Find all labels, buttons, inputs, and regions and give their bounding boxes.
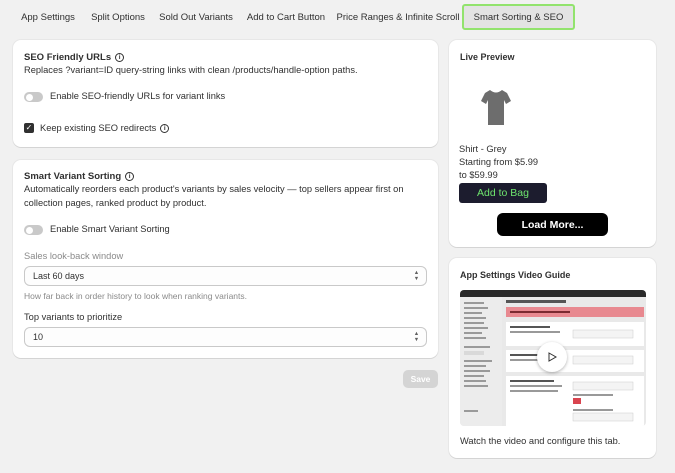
tab-smart-sorting-seo[interactable]: Smart Sorting & SEO [462,4,575,30]
tab-add-to-cart-button[interactable]: Add to Cart Button [244,6,328,28]
live-preview-title: Live Preview [460,52,515,62]
product-price-to: to $59.99 [459,170,498,180]
stepper-arrows-icon: ▲ ▼ [413,331,420,343]
tab-sold-out-variants[interactable]: Sold Out Variants [156,6,236,28]
seo-description: Replaces ?variant=ID query-string links … [24,65,358,75]
load-more-button[interactable]: Load More... [497,213,608,236]
smart-sorting-toggle-label: Enable Smart Variant Sorting [50,224,170,234]
select-arrows-icon: ▲ ▼ [413,270,420,282]
video-guide-caption: Watch the video and configure this tab. [460,436,621,446]
lookback-label: Sales look-back window [24,251,124,261]
product-image [481,90,511,125]
info-icon[interactable]: i [160,124,170,134]
product-name: Shirt - Grey [459,144,507,154]
sorting-title-row: Smart Variant Sorting i [24,171,135,182]
play-icon [548,352,557,362]
lookback-select[interactable]: Last 60 days ▲ ▼ [24,266,427,286]
info-icon[interactable]: i [115,52,125,62]
top-variants-input[interactable]: 10 ▲ ▼ [24,327,427,347]
lookback-value: Last 60 days [33,271,85,281]
video-guide-title: App Settings Video Guide [460,270,571,280]
seo-urls-toggle[interactable] [24,92,43,102]
settings-tabs: App Settings Split Options Sold Out Vari… [0,0,675,36]
keep-redirects-checkbox[interactable]: ✓ [24,123,34,133]
smart-sorting-toggle[interactable] [24,225,43,235]
lookback-help: How far back in order history to look wh… [24,291,247,301]
keep-redirects-row: Keep existing SEO redirects i [40,123,170,134]
sorting-description-line1: Automatically reorders each product's va… [24,184,404,194]
tab-split-options[interactable]: Split Options [88,6,148,28]
video-thumbnail[interactable] [460,290,646,426]
save-button[interactable]: Save [403,370,438,388]
seo-title-row: SEO Friendly URLs i [24,52,125,63]
seo-title: SEO Friendly URLs [24,52,112,63]
play-button[interactable] [537,342,567,372]
top-variants-label: Top variants to prioritize [24,312,123,322]
add-to-bag-button[interactable]: Add to Bag [459,183,547,203]
sorting-description-line2: collection pages, ranked product by prod… [24,198,207,208]
keep-redirects-label: Keep existing SEO redirects [40,123,157,133]
top-variants-value: 10 [33,332,44,342]
tab-price-ranges[interactable]: Price Ranges & Infinite Scroll [336,6,460,28]
product-price-from: Starting from $5.99 [459,157,539,167]
tab-app-settings[interactable]: App Settings [17,6,79,28]
info-icon[interactable]: i [125,171,135,181]
sorting-title: Smart Variant Sorting [24,171,122,182]
seo-urls-toggle-label: Enable SEO-friendly URLs for variant lin… [50,91,226,101]
